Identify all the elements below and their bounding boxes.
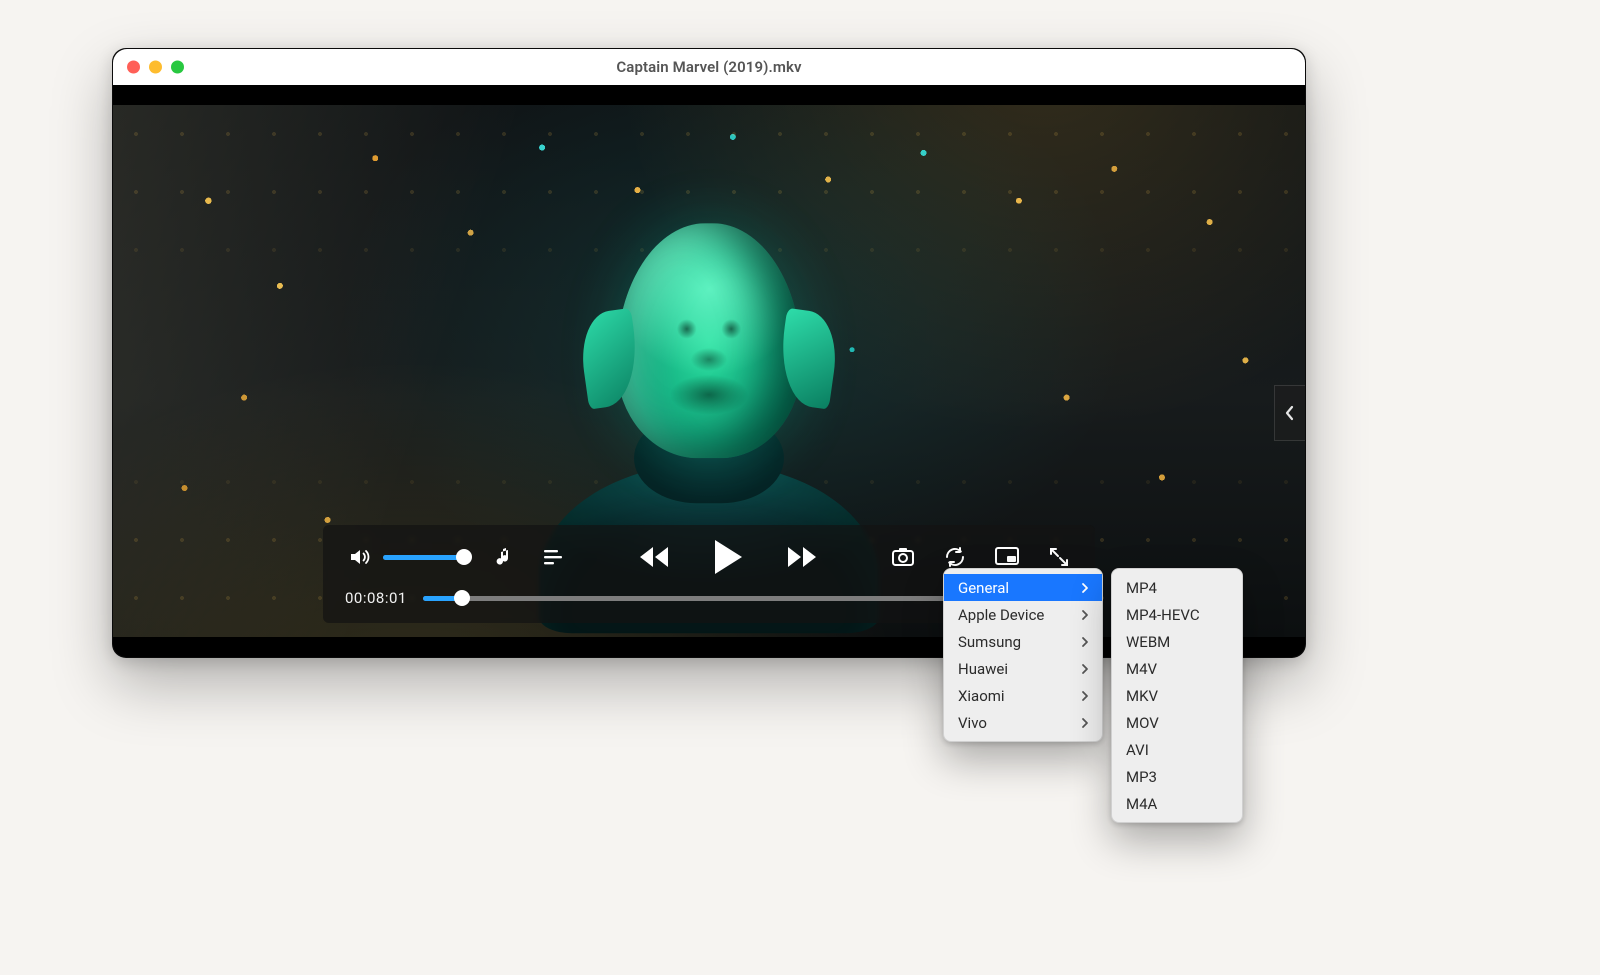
menu-item-label: MP4 (1126, 579, 1157, 597)
convert-format-option[interactable]: AVI (1112, 736, 1242, 763)
menu-item-label: MKV (1126, 687, 1158, 705)
menu-item-label: MP4-HEVC (1126, 606, 1200, 624)
chevron-right-icon (1080, 635, 1090, 649)
convert-format-option[interactable]: MP4-HEVC (1112, 601, 1242, 628)
convert-format-option[interactable]: MP4 (1112, 574, 1242, 601)
menu-item-label: AVI (1126, 741, 1149, 759)
fullscreen-icon (1048, 546, 1070, 568)
fast-forward-icon (785, 544, 819, 570)
menu-item-label: Vivo (958, 714, 987, 732)
player-window: Captain Marvel (2019).mkv (112, 48, 1306, 658)
convert-device-option[interactable]: General (944, 574, 1102, 601)
fullscreen-button[interactable] (1045, 543, 1073, 571)
chevron-right-icon (1080, 716, 1090, 730)
convert-format-option[interactable]: M4A (1112, 790, 1242, 817)
playlist-icon (542, 548, 564, 566)
convert-device-option[interactable]: Apple Device (944, 601, 1102, 628)
fast-forward-button[interactable] (784, 539, 820, 575)
convert-format-option[interactable]: MP3 (1112, 763, 1242, 790)
volume-icon (347, 545, 371, 569)
convert-icon (943, 545, 967, 569)
rewind-button[interactable] (636, 539, 672, 575)
menu-item-label: WEBM (1126, 633, 1170, 651)
menu-item-label: Apple Device (958, 606, 1044, 624)
time-elapsed: 00:08:01 (345, 589, 407, 607)
chevron-left-icon (1283, 403, 1297, 423)
snapshot-button[interactable] (889, 543, 917, 571)
convert-format-option[interactable]: M4V (1112, 655, 1242, 682)
convert-device-option[interactable]: Huawei (944, 655, 1102, 682)
convert-format-option[interactable]: MKV (1112, 682, 1242, 709)
window-maximize-button[interactable] (171, 61, 184, 74)
menu-item-label: Xiaomi (958, 687, 1005, 705)
picture-in-picture-button[interactable] (993, 543, 1021, 571)
music-note-icon (495, 546, 515, 568)
audio-track-button[interactable] (491, 543, 519, 571)
convert-menu-devices[interactable]: General Apple Device Sumsung Huawei Xiaomi Vi… (943, 568, 1103, 742)
pip-icon (994, 546, 1020, 568)
menu-item-label: MOV (1126, 714, 1159, 732)
play-button[interactable] (710, 539, 746, 575)
convert-menu-formats[interactable]: MP4 MP4-HEVC WEBM M4V MKV MOV AVI MP3 M4A (1111, 568, 1243, 823)
chevron-right-icon (1080, 689, 1090, 703)
sidebar-toggle[interactable] (1274, 385, 1305, 441)
play-icon (711, 538, 745, 576)
volume-button[interactable] (345, 543, 373, 571)
chevron-right-icon (1080, 581, 1090, 595)
convert-device-option[interactable]: Vivo (944, 709, 1102, 736)
window-minimize-button[interactable] (149, 61, 162, 74)
menu-item-label: Sumsung (958, 633, 1021, 651)
menu-item-label: M4V (1126, 660, 1157, 678)
menu-item-label: M4A (1126, 795, 1157, 813)
menu-item-label: General (958, 579, 1009, 597)
convert-format-option[interactable]: WEBM (1112, 628, 1242, 655)
window-close-button[interactable] (127, 61, 140, 74)
convert-device-option[interactable]: Sumsung (944, 628, 1102, 655)
convert-button[interactable] (941, 543, 969, 571)
playlist-button[interactable] (539, 543, 567, 571)
volume-slider[interactable] (383, 555, 471, 560)
chevron-right-icon (1080, 608, 1090, 622)
window-title: Captain Marvel (2019).mkv (113, 58, 1305, 76)
convert-format-option[interactable]: MOV (1112, 709, 1242, 736)
chevron-right-icon (1080, 662, 1090, 676)
rewind-icon (637, 544, 671, 570)
menu-item-label: MP3 (1126, 768, 1157, 786)
titlebar[interactable]: Captain Marvel (2019).mkv (113, 49, 1305, 86)
convert-device-option[interactable]: Xiaomi (944, 682, 1102, 709)
camera-icon (891, 546, 915, 568)
menu-item-label: Huawei (958, 660, 1008, 678)
